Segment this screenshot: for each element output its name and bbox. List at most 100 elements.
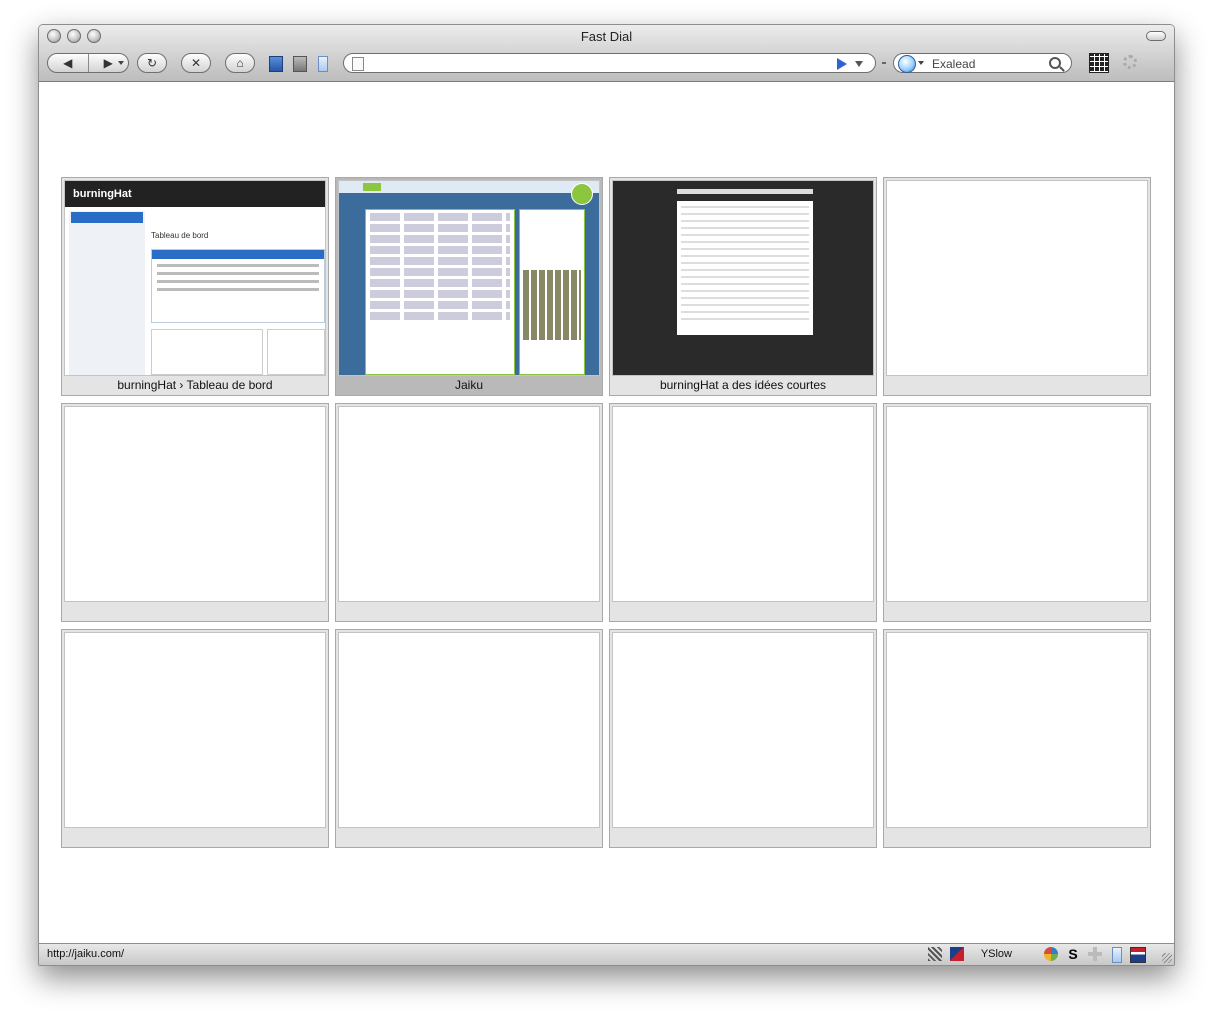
- thumb-line: [370, 257, 510, 265]
- thumb-line: [681, 234, 809, 236]
- thumb-main: [677, 201, 813, 335]
- thumb-nav-item: [71, 284, 143, 295]
- thumb-page: [339, 181, 599, 375]
- window-title: Fast Dial: [580, 29, 633, 44]
- thumb-box: [151, 249, 325, 323]
- thumb-nav-item: [71, 296, 143, 307]
- toolbar-toggle-button[interactable]: [1146, 31, 1166, 41]
- thumb-line: [681, 276, 809, 278]
- thumb-nav-item: [71, 236, 143, 247]
- dial-tile-3[interactable]: burningHat a des idées courtes: [609, 177, 877, 396]
- thumb-line: [370, 213, 510, 221]
- thumb-line: [370, 246, 510, 254]
- dial-tile-12[interactable]: [883, 629, 1151, 848]
- thumb-line: [157, 288, 319, 291]
- thumb-nav-item: [71, 272, 143, 283]
- thumb-line: [370, 268, 510, 276]
- page-status-icon[interactable]: [1112, 947, 1122, 963]
- home-button[interactable]: ⌂: [225, 53, 255, 73]
- url-dropdown-icon[interactable]: [855, 61, 863, 67]
- dial-thumbnail: [338, 180, 600, 376]
- reload-icon: ↻: [146, 56, 158, 70]
- firebug-flag-icon[interactable]: [950, 947, 964, 961]
- fast-dial-grid-icon[interactable]: [1089, 53, 1109, 73]
- dial-thumbnail: [338, 406, 600, 602]
- thumb-line: [681, 283, 809, 285]
- archive-icon[interactable]: [293, 56, 307, 72]
- thumb-box-bar: [152, 250, 324, 259]
- s-icon[interactable]: S: [1066, 947, 1080, 961]
- dial-thumbnail: burningHat Tableau de bord: [64, 180, 326, 376]
- dial-thumbnail: [886, 406, 1148, 602]
- gear-icon[interactable]: [1123, 55, 1137, 69]
- go-icon[interactable]: [837, 58, 847, 70]
- dial-thumbnail: [886, 632, 1148, 828]
- search-icon[interactable]: [1049, 57, 1061, 69]
- thumb-line: [681, 248, 809, 250]
- history-dropdown-icon[interactable]: [118, 61, 124, 65]
- dial-tile-6[interactable]: [335, 403, 603, 622]
- dial-thumbnail: [886, 180, 1148, 376]
- thumb-nav-item: [71, 224, 143, 235]
- thumb-sidebar: [69, 211, 145, 375]
- dial-tile-label: burningHat › Tableau de bord: [117, 378, 273, 392]
- browser-window: Fast Dial ◀ ▶ ↻ ✕ ⌂ Exalead burningHat T…: [38, 24, 1175, 966]
- speed-dial-area: burningHat Tableau de bord burningHat › …: [39, 82, 1174, 943]
- thumb-brand: burningHat: [73, 188, 132, 200]
- dial-tile-9[interactable]: [61, 629, 329, 848]
- dial-tile-8[interactable]: [883, 403, 1151, 622]
- yslow-label[interactable]: YSlow: [981, 948, 1012, 960]
- dial-tile-2[interactable]: Jaiku: [335, 177, 603, 396]
- home-icon: ⌂: [236, 56, 244, 70]
- dial-tile-5[interactable]: [61, 403, 329, 622]
- plus-icon[interactable]: [1088, 947, 1102, 961]
- page-icon[interactable]: [318, 56, 328, 72]
- dial-thumbnail: [612, 632, 874, 828]
- resize-grip[interactable]: [1162, 953, 1172, 963]
- thumb-sidebar: [519, 209, 585, 375]
- bookmarks-icon[interactable]: [269, 56, 283, 72]
- back-button[interactable]: ◀: [48, 54, 88, 72]
- search-engine-dropdown-icon[interactable]: [918, 61, 924, 65]
- dial-tile-10[interactable]: [335, 629, 603, 848]
- reload-button[interactable]: ↻: [137, 53, 167, 73]
- thumb-header: [677, 189, 813, 194]
- toolbar: Fast Dial ◀ ▶ ↻ ✕ ⌂: [39, 25, 1174, 82]
- dial-tile-1[interactable]: burningHat Tableau de bord burningHat › …: [61, 177, 329, 396]
- addon-icon[interactable]: [1044, 947, 1058, 961]
- dial-tile-4[interactable]: [883, 177, 1151, 396]
- screen-icon[interactable]: [1130, 947, 1146, 963]
- stop-icon: ✕: [190, 56, 202, 70]
- stop-button[interactable]: ✕: [181, 53, 211, 73]
- thumb-line: [681, 241, 809, 243]
- thumb-nav-item: [71, 248, 143, 259]
- thumb-title: Tableau de bord: [151, 231, 209, 240]
- thumb-nav-item: [71, 212, 143, 223]
- toolbar-separator: [882, 62, 886, 64]
- thumb-line: [370, 279, 510, 287]
- status-bar: http://jaiku.com/ YSlow S: [39, 943, 1174, 965]
- forward-arrow-icon: ▶: [103, 56, 113, 70]
- dial-tile-11[interactable]: [609, 629, 877, 848]
- thumb-line: [681, 213, 809, 215]
- sparkle-icon[interactable]: [928, 947, 942, 961]
- thumb-page: [613, 181, 873, 375]
- dial-tile-7[interactable]: [609, 403, 877, 622]
- thumb-line: [157, 264, 319, 267]
- url-input[interactable]: [376, 54, 830, 74]
- nav-button-group: ◀ ▶: [47, 53, 129, 73]
- thumb-box: [267, 329, 325, 375]
- dial-thumbnail: [64, 406, 326, 602]
- thumb-line: [681, 269, 809, 271]
- dial-tile-label: burningHat a des idées courtes: [659, 378, 827, 392]
- search-input[interactable]: [930, 54, 1049, 74]
- thumb-line: [681, 290, 809, 292]
- thumb-nav-item: [71, 260, 143, 271]
- thumb-nav-item: [363, 183, 381, 191]
- jaiku-logo-icon: [571, 183, 593, 205]
- thumb-main: [365, 209, 515, 375]
- thumb-avatar-grid: [523, 270, 581, 340]
- dial-thumbnail: [338, 632, 600, 828]
- search-engine-icon[interactable]: [898, 55, 916, 73]
- thumb-line: [681, 297, 809, 299]
